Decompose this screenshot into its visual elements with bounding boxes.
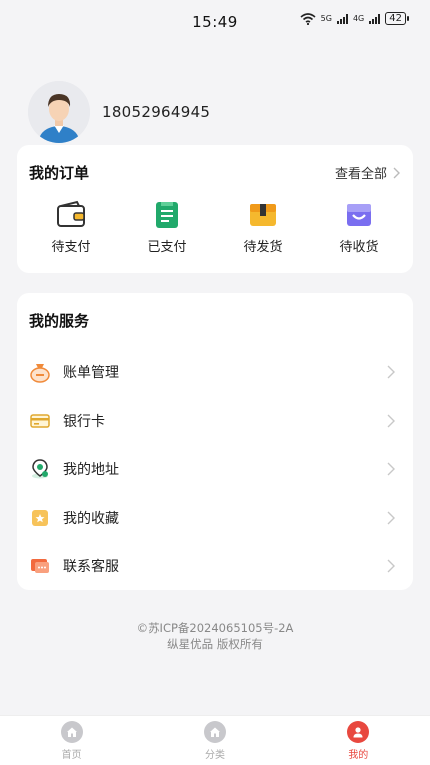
service-item-address[interactable]: 我的地址: [17, 445, 413, 494]
orders-title: 我的订单: [29, 164, 90, 182]
view-all-label: 查看全部: [334, 167, 387, 182]
service-item-bank-card[interactable]: 银行卡: [17, 397, 413, 446]
chevron-right-icon: [387, 365, 395, 379]
order-to-receive[interactable]: 待收货: [319, 200, 399, 255]
wifi-icon: [300, 12, 316, 25]
page-footer: ©苏ICP备2024065105号-2A 纵星优品 版权所有: [0, 620, 430, 652]
battery-icon: 42: [385, 12, 409, 25]
tab-category[interactable]: 分类: [143, 716, 286, 765]
category-icon: [203, 720, 226, 743]
status-bar: 15:49 5G 4G 42: [0, 0, 430, 44]
receipt-icon: [156, 202, 178, 228]
order-to-receive-label: 待收货: [339, 240, 379, 255]
service-item-label: 账单管理: [63, 365, 119, 382]
signal-icon: [336, 13, 348, 24]
my-services-card: 我的服务 账单管理 银行卡 我的地址 我的收藏 联系客服: [17, 293, 413, 590]
user-icon: [347, 720, 370, 743]
wallet-icon: [57, 200, 85, 227]
services-title: 我的服务: [29, 312, 90, 330]
favorite-icon: [32, 509, 48, 526]
service-item-label: 联系客服: [63, 559, 119, 576]
order-paid[interactable]: 已支付: [127, 200, 207, 255]
chevron-right-icon: [387, 511, 395, 525]
chat-service-icon: [31, 559, 49, 574]
package-icon: [250, 204, 276, 226]
chevron-right-icon: [387, 462, 395, 476]
tab-category-label: 分类: [204, 749, 225, 761]
network-4g-label: 4G: [352, 14, 365, 23]
service-item-favorites[interactable]: 我的收藏: [17, 494, 413, 543]
view-all-orders-button[interactable]: 查看全部: [335, 163, 401, 182]
service-item-label: 我的收藏: [63, 510, 119, 527]
avatar[interactable]: [28, 80, 90, 143]
home-icon: [60, 720, 83, 743]
order-paid-label: 已支付: [147, 240, 187, 255]
status-icons: 5G 4G 42: [300, 12, 409, 25]
order-pending-payment-label: 待支付: [51, 240, 91, 255]
profile-header: 18052964945: [0, 44, 430, 159]
service-item-label: 我的地址: [63, 462, 119, 479]
service-item-label: 银行卡: [63, 413, 105, 430]
tab-home[interactable]: 首页: [0, 716, 143, 765]
bank-card-icon: [30, 414, 50, 428]
user-avatar-icon: [28, 80, 90, 143]
status-time: 15:49: [192, 13, 238, 31]
location-pin-icon: [32, 459, 48, 479]
bottom-tab-bar: 首页 分类 我的: [0, 715, 430, 765]
money-bag-icon: [30, 364, 50, 383]
service-item-billing[interactable]: 账单管理: [17, 348, 413, 397]
order-pending-payment[interactable]: 待支付: [31, 200, 111, 255]
icp-record: ©苏ICP备2024065105号-2A: [136, 621, 294, 635]
chevron-right-icon: [393, 167, 400, 178]
service-item-customer-service[interactable]: 联系客服: [17, 542, 413, 591]
my-orders-card: 我的订单 查看全部 待支付 已支付 待发货 待收货: [17, 145, 413, 273]
tab-mine-label: 我的: [348, 749, 369, 761]
tab-home-label: 首页: [61, 749, 82, 761]
order-to-ship[interactable]: 待发货: [223, 200, 303, 255]
copyright-text: 纵星优品 版权所有: [167, 637, 263, 651]
network-5g-label: 5G: [320, 14, 332, 23]
tab-mine[interactable]: 我的: [287, 716, 430, 765]
order-to-ship-label: 待发货: [243, 240, 283, 255]
shopping-bag-icon: [347, 204, 371, 226]
chevron-right-icon: [387, 559, 395, 573]
user-phone: 18052964945: [102, 102, 211, 121]
signal-icon-2: [369, 13, 381, 24]
chevron-right-icon: [387, 414, 395, 428]
